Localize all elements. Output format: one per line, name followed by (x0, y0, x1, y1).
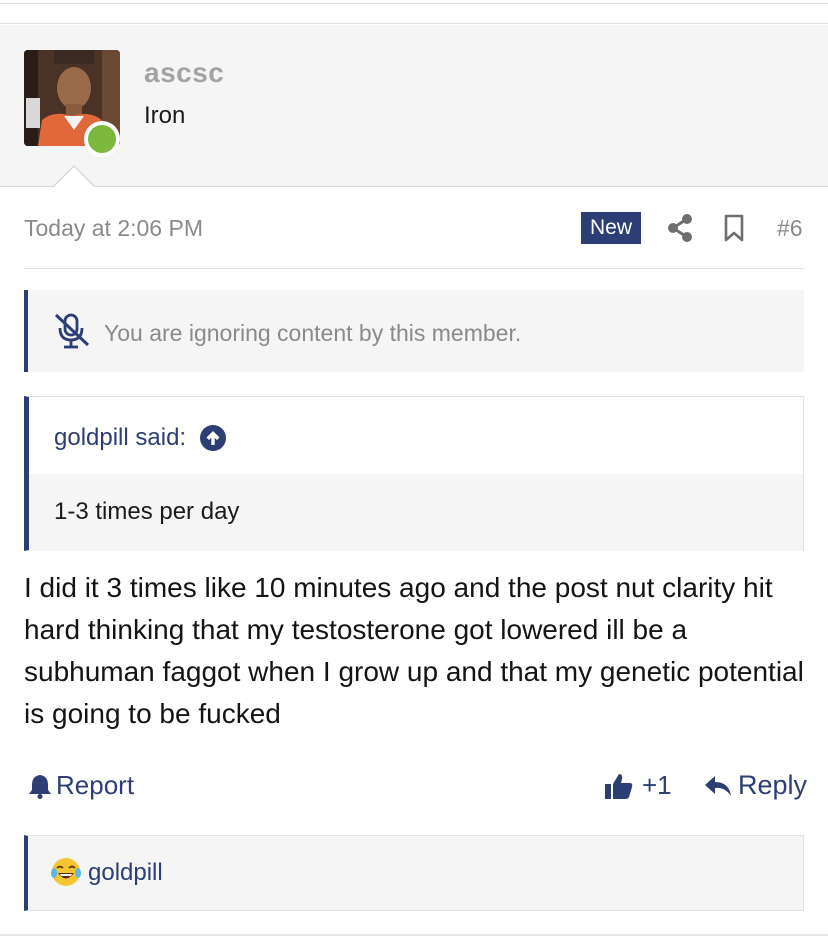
reactions-bar[interactable]: goldpill (24, 835, 804, 911)
reply-label: Reply (738, 770, 808, 800)
like-count: +1 (642, 770, 672, 800)
report-label: Report (56, 770, 135, 800)
header-pointer-fill (53, 167, 95, 188)
quote-author[interactable]: goldpill said: (54, 424, 186, 452)
reply-button[interactable]: Reply (704, 770, 807, 801)
previous-post-gap (0, 4, 828, 24)
post-timestamp[interactable]: Today at 2:06 PM (24, 215, 203, 242)
online-status-indicator (84, 121, 120, 157)
new-badge: New (581, 212, 642, 244)
ignore-notice-text: You are ignoring content by this member. (104, 320, 522, 346)
post-message: I did it 3 times like 10 minutes ago and… (24, 572, 804, 729)
author-username[interactable]: ascsc (144, 57, 224, 89)
bookmark-icon[interactable] (721, 213, 747, 243)
thumbs-up-icon (604, 771, 634, 801)
post-number-link[interactable]: #6 (777, 215, 803, 242)
report-button[interactable]: Report (28, 770, 134, 801)
quote-text: 1-3 times per day (54, 498, 240, 525)
reply-arrow-icon (704, 773, 732, 799)
mute-icon (52, 312, 92, 350)
post-user-header: ascsc Iron (0, 25, 828, 187)
bottom-divider (0, 934, 828, 940)
quote-block: goldpill said: 1-3 times per day (24, 396, 804, 551)
share-icon[interactable] (666, 213, 694, 243)
arrow-up-circle-icon[interactable] (200, 425, 227, 451)
bell-icon (28, 773, 52, 799)
quote-attribution[interactable]: goldpill said: (54, 423, 227, 453)
author-title: Iron (144, 102, 186, 129)
joy-emoji-icon (50, 856, 82, 888)
post-actions: Report +1 Reply (24, 766, 807, 810)
post-meta-bar: Today at 2:06 PM New #6 (24, 205, 804, 269)
quote-content: 1-3 times per day (29, 474, 803, 551)
reaction-username[interactable]: goldpill (88, 859, 163, 887)
ignored-content-notice[interactable]: You are ignoring content by this member. (24, 290, 804, 372)
like-button[interactable]: +1 (604, 770, 672, 801)
